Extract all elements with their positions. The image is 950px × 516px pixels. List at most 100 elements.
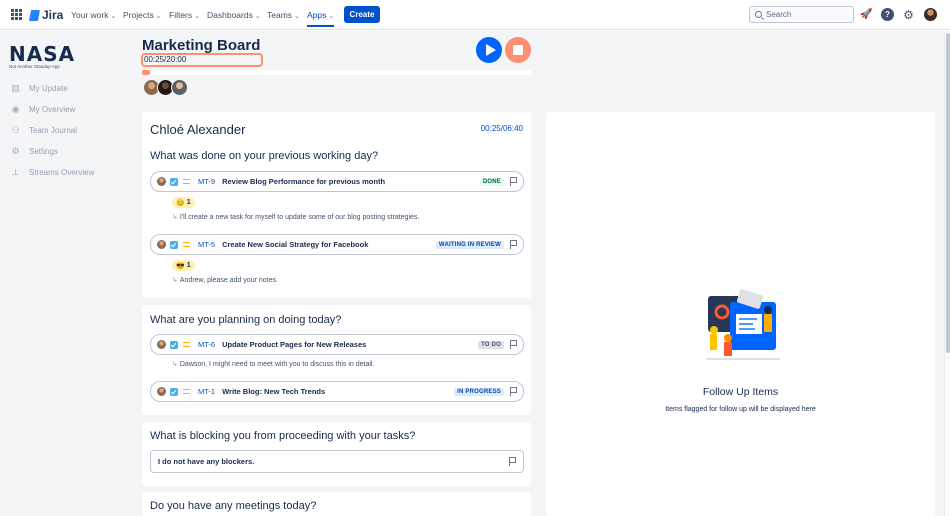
priority-medium-icon (183, 179, 190, 184)
follow-up-panel: Follow Up Items Items flagged for follow… (546, 112, 935, 516)
question-previous-day: What was done on your previous working d… (150, 150, 379, 162)
flag-icon[interactable] (510, 240, 517, 249)
nav-your-work[interactable]: Your work ⌄ (71, 10, 116, 20)
assignee-avatar (157, 387, 166, 396)
create-button[interactable]: Create (344, 6, 380, 23)
sidebar-item-settings[interactable]: ⚙ Settings (10, 146, 57, 157)
update-card-previous-day: Chloé Alexander 00:25/06:40 What was don… (142, 112, 531, 298)
assignee-avatar (157, 240, 166, 249)
nav-teams[interactable]: Teams ⌄ (267, 10, 300, 20)
person-name: Chloé Alexander (150, 122, 246, 137)
issue-summary: Write Blog: New Tech Trends (222, 387, 326, 396)
chevron-down-icon: ⌄ (110, 13, 117, 20)
nav-filters[interactable]: Filters ⌄ (169, 10, 200, 20)
sidebar: NASA Not Another Standup App ▤ My Update … (0, 31, 132, 516)
follow-up-subtitle: Items flagged for follow up will be disp… (665, 406, 816, 413)
board-title: Marketing Board (142, 37, 261, 54)
task-type-icon (170, 340, 178, 349)
question-blockers: What is blocking you from proceeding wit… (150, 430, 416, 442)
issue-row[interactable]: MT-1 Write Blog: New Tech Trends IN PROG… (150, 381, 524, 402)
sidebar-item-streams-overview[interactable]: ⊥ Streams Overview (10, 167, 95, 178)
issue-key[interactable]: MT-5 (198, 240, 215, 249)
board-timer: 00:25/20:00 (141, 53, 263, 67)
person-icon: ◉ (11, 104, 20, 114)
status-badge: TO DO (478, 340, 504, 349)
play-icon (485, 44, 496, 56)
issue-summary: Create New Social Strategy for Facebook (222, 240, 369, 249)
progress-fill (142, 70, 151, 75)
status-badge: IN PROGRESS (454, 387, 504, 396)
settings-icon[interactable]: ⚙ (902, 8, 915, 22)
comment: ↳ I'll create a new task for myself to up… (172, 214, 420, 221)
update-card-today: What are you planning on doing today? MT… (142, 305, 531, 415)
nav-dashboards[interactable]: Dashboards ⌄ (207, 10, 261, 20)
page-scrollbar[interactable] (944, 31, 950, 516)
task-type-icon (170, 240, 178, 249)
priority-medium-icon (183, 342, 190, 347)
issue-row[interactable]: MT-6 Update Product Pages for New Releas… (150, 334, 524, 355)
flag-icon[interactable] (510, 177, 517, 186)
jira-logo[interactable]: Jira (29, 8, 63, 22)
reply-arrow-icon: ↳ (172, 361, 178, 368)
jira-mark-icon (29, 9, 40, 21)
person-timer: 00:25/06:40 (480, 124, 523, 133)
reaction-badge[interactable]: 😊 1 (172, 197, 195, 208)
task-type-icon (170, 177, 178, 186)
reply-arrow-icon: ↳ (172, 277, 178, 284)
nasa-logo: NASA Not Another Standup App (9, 42, 76, 69)
chevron-down-icon: ⌄ (194, 13, 201, 20)
cool-emoji-icon: 😎 (176, 262, 185, 270)
assignee-avatar (157, 340, 166, 349)
avatar[interactable] (171, 79, 188, 96)
issue-key[interactable]: MT-6 (198, 340, 215, 349)
priority-medium-icon (183, 389, 190, 394)
question-today: What are you planning on doing today? (150, 314, 342, 326)
help-icon[interactable]: ? (881, 8, 894, 21)
team-icon: ⚇ (11, 125, 20, 135)
profile-avatar[interactable] (924, 8, 937, 21)
blocker-text: I do not have any blockers. (158, 457, 255, 466)
blocker-answer[interactable]: I do not have any blockers. (150, 450, 524, 473)
document-icon: ▤ (11, 83, 20, 93)
hierarchy-icon: ⊥ (11, 167, 20, 177)
notifications-icon[interactable]: 🚀 (860, 8, 873, 21)
follow-up-title: Follow Up Items (702, 386, 779, 398)
top-navigation: Jira Your work ⌄ Projects ⌄ Filters ⌄ Dashb… (0, 0, 950, 30)
chevron-down-icon: ⌄ (328, 13, 335, 20)
follow-up-illustration (706, 289, 780, 360)
comment: ↳ Andrew, please add your notes. (172, 277, 278, 284)
flag-icon[interactable] (510, 340, 517, 349)
gear-icon: ⚙ (11, 146, 20, 156)
nav-apps[interactable]: Apps ⌄ (307, 10, 335, 27)
sidebar-item-my-overview[interactable]: ◉ My Overview (10, 104, 76, 115)
issue-key[interactable]: MT-9 (198, 177, 215, 186)
search-icon (755, 11, 762, 18)
flag-icon[interactable] (510, 387, 517, 396)
scrollbar-thumb[interactable] (946, 33, 950, 353)
sidebar-item-team-journal[interactable]: ⚇ Team Journal (10, 125, 77, 136)
main-content: Marketing Board 00:25/20:00 Chloé Alexan… (132, 31, 944, 516)
question-meetings: Do you have any meetings today? (150, 500, 317, 512)
search-input[interactable] (766, 10, 846, 19)
app-switcher-icon[interactable] (11, 9, 22, 20)
issue-row[interactable]: MT-5 Create New Social Strategy for Face… (150, 234, 524, 255)
smile-emoji-icon: 😊 (176, 199, 185, 207)
priority-medium-icon (183, 242, 190, 247)
flag-icon[interactable] (509, 457, 516, 466)
search-box[interactable] (749, 6, 854, 23)
issue-row[interactable]: MT-9 Review Blog Performance for previou… (150, 171, 524, 192)
issue-key[interactable]: MT-1 (198, 387, 215, 396)
reaction-badge[interactable]: 😎 1 (172, 260, 195, 271)
sidebar-item-my-update[interactable]: ▤ My Update (10, 83, 67, 94)
comment: ↳ Dawson, I might need to meet with you t… (172, 361, 375, 368)
update-card-meetings: Do you have any meetings today? (142, 492, 531, 516)
issue-summary: Update Product Pages for New Releases (222, 340, 367, 349)
stop-button[interactable] (505, 37, 531, 63)
status-badge: WAITING IN REVIEW (435, 240, 504, 249)
participant-avatars (143, 79, 188, 96)
task-type-icon (170, 387, 178, 396)
nav-projects[interactable]: Projects ⌄ (123, 10, 162, 20)
play-button[interactable] (476, 37, 502, 63)
chevron-down-icon: ⌄ (155, 13, 162, 20)
stop-icon (513, 45, 523, 55)
